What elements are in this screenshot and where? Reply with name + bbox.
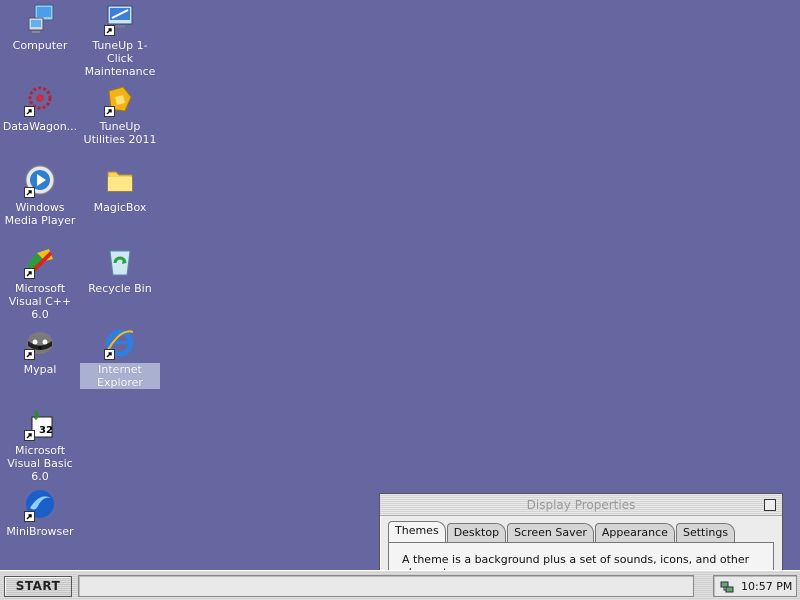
desktop-icon-magicbox[interactable]: MagicBox <box>80 164 160 214</box>
shortcut-arrow-icon <box>24 187 35 198</box>
tab-strip: Themes Desktop Screen Saver Appearance S… <box>388 521 736 543</box>
tab-desktop[interactable]: Desktop <box>446 523 507 542</box>
shortcut-arrow-icon <box>104 106 115 117</box>
taskbar: START 10:57 PM <box>0 570 800 600</box>
desktop-icon-minibrowser[interactable]: MiniBrowser <box>0 488 80 538</box>
tab-themes[interactable]: Themes <box>388 521 446 542</box>
window-titlebar[interactable]: Display Properties <box>380 494 782 516</box>
tab-appearance[interactable]: Appearance <box>594 523 675 542</box>
recycle-bin-icon <box>103 245 137 279</box>
shortcut-arrow-icon <box>24 349 35 360</box>
desktop-icon-visual-cpp[interactable]: Microsoft Visual C++ 6.0 <box>0 245 80 321</box>
svg-text:32: 32 <box>39 425 53 436</box>
tab-settings[interactable]: Settings <box>675 523 736 542</box>
network-icon[interactable] <box>719 579 735 595</box>
shortcut-arrow-icon <box>104 25 115 36</box>
task-button-area[interactable] <box>78 575 694 597</box>
clock[interactable]: 10:57 PM <box>741 580 792 593</box>
minibrowser-icon <box>23 488 57 522</box>
desktop-icon-recycle-bin[interactable]: Recycle Bin <box>80 245 160 295</box>
media-player-icon <box>23 164 57 198</box>
shortcut-arrow-icon <box>24 268 35 279</box>
shortcut-arrow-icon <box>24 511 35 522</box>
start-button[interactable]: START <box>4 576 72 597</box>
desktop-icon-internet-explorer[interactable]: Internet Explorer <box>80 326 160 389</box>
desktop-icon-computer[interactable]: Computer <box>0 2 80 52</box>
desktop-icon-datawagon[interactable]: DataWagon... <box>0 83 80 133</box>
shortcut-arrow-icon <box>24 106 35 117</box>
internet-explorer-icon <box>103 326 137 360</box>
desktop-icon-mypal[interactable]: Mypal <box>0 326 80 376</box>
shortcut-arrow-icon <box>104 349 115 360</box>
desktop: Computer DataWagon... Windows Media Play… <box>0 0 800 570</box>
tuneup-utilities-icon <box>103 83 137 117</box>
close-button[interactable] <box>764 499 776 511</box>
datawagon-icon <box>23 83 57 117</box>
system-tray: 10:57 PM <box>713 575 797 597</box>
mypal-icon <box>23 326 57 360</box>
window-title: Display Properties <box>526 498 636 512</box>
tuneup-maintenance-icon <box>103 2 137 36</box>
desktop-icon-tuneup-maintenance[interactable]: TuneUp 1-Click Maintenance <box>80 2 160 78</box>
visual-basic-icon: 32 <box>23 407 57 441</box>
desktop-icon-visual-basic[interactable]: 32 Microsoft Visual Basic 6.0 <box>0 407 80 483</box>
desktop-icon-windows-media-player[interactable]: Windows Media Player <box>0 164 80 227</box>
computer-icon <box>23 2 57 36</box>
desktop-icon-tuneup-utilities[interactable]: TuneUp Utilities 2011 <box>80 83 160 146</box>
folder-icon <box>103 164 137 198</box>
tab-screen-saver[interactable]: Screen Saver <box>507 523 594 542</box>
shortcut-arrow-icon <box>24 430 35 441</box>
visual-cpp-icon <box>23 245 57 279</box>
